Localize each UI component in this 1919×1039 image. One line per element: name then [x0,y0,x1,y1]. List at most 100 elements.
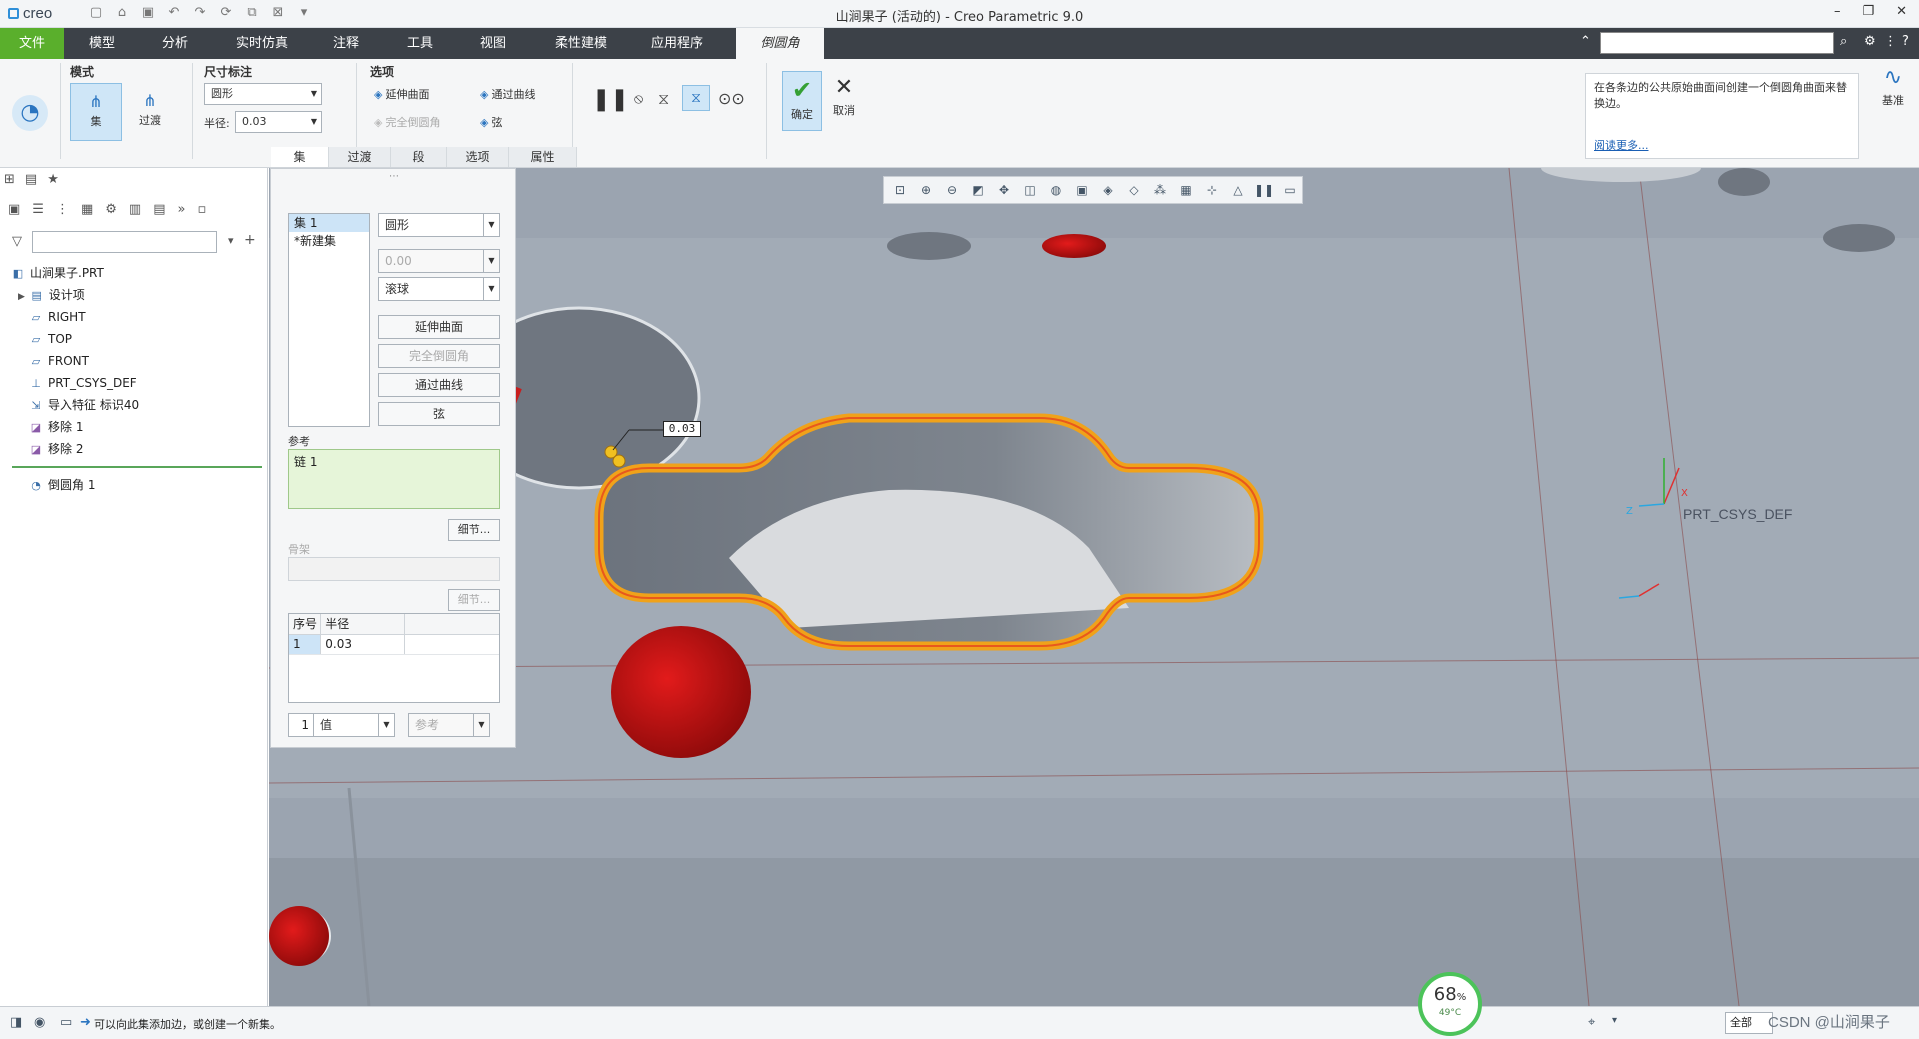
layout-icon[interactable]: ⋮ [1884,34,1897,49]
tree-filter-icon[interactable]: ▦ [81,202,93,217]
tree-search-input[interactable] [32,231,217,253]
saved-views-icon[interactable]: ◍ [1046,183,1066,197]
find-dropdown-icon[interactable]: ▾ [1612,1015,1617,1026]
verify-glasses-icon[interactable]: ⊙⊙ [718,89,745,108]
set-mode-button[interactable]: ⋔ 集 [70,83,122,141]
tree-node-csys[interactable]: ⊥ PRT_CSYS_DEF [10,372,265,394]
tree-node-remove-1[interactable]: ◪ 移除 1 [10,416,265,438]
favorites-icon[interactable]: ★ [47,172,59,187]
close-button[interactable]: ✕ [1896,4,1907,19]
extend-surfaces-option[interactable]: ◈ 延伸曲面 [374,86,429,102]
filter-dropdown-icon[interactable]: ▾ [228,234,234,247]
display-icon[interactable]: ▣ [8,202,20,217]
cancel-button[interactable]: ✕ 取消 [826,71,862,131]
subtab-transitions[interactable]: 过渡 [329,147,391,167]
subtab-sets[interactable]: 集 [271,147,329,167]
tab-annotate[interactable]: 注释 [318,28,374,59]
tab-round[interactable]: 倒圆角 [736,28,824,59]
tree-node-part[interactable]: ◧ 山涧果子.PRT [10,262,265,284]
creation-method-dropdown[interactable]: 滚球 ▼ [378,277,500,301]
spin-center-icon[interactable]: ✥ [994,183,1014,197]
add-filter-icon[interactable]: + [244,232,256,248]
tree-settings-icon[interactable]: ⚙ [105,202,117,217]
new-set-item[interactable]: *新建集 [289,232,369,250]
through-curve-button[interactable]: 通过曲线 [378,373,500,397]
perspective-icon[interactable]: ◈ [1098,183,1118,197]
extend-surfaces-button[interactable]: 延伸曲面 [378,315,500,339]
tree-node-remove-2[interactable]: ◪ 移除 2 [10,438,265,460]
search-input[interactable] [1600,32,1834,54]
restore-button[interactable]: ❐ [1862,4,1874,19]
transition-mode-button[interactable]: ⋔ 过渡 [124,83,176,141]
shape-dropdown[interactable]: 圆形 ▼ [204,83,322,105]
hide-icon[interactable]: ▭ [1280,183,1300,197]
collapse-ribbon-icon[interactable]: ⌃ [1580,34,1591,49]
datum-display-icon[interactable]: ⁂ [1150,183,1170,197]
tab-applications[interactable]: 应用程序 [641,28,713,59]
folder-browser-icon[interactable]: ▤ [25,172,37,187]
row-count-field[interactable]: 1 [288,713,314,737]
value-mode-dropdown[interactable]: 值 ▼ [313,713,395,737]
zoom-out-icon[interactable]: ⊖ [942,183,962,197]
subtab-properties[interactable]: 属性 [509,147,577,167]
zoom-in-icon[interactable]: ⊕ [916,183,936,197]
settings-icon[interactable]: ⚙ [1864,34,1876,49]
row-radius-value[interactable]: 0.03 [320,634,405,655]
refit-icon[interactable]: ⊡ [890,183,910,197]
tab-flexible-modeling[interactable]: 柔性建模 [545,28,617,59]
tree-node-import-feature[interactable]: ⇲ 导入特征 标识40 [10,394,265,416]
tab-analysis[interactable]: 分析 [145,28,205,59]
insert-here-line[interactable] [12,466,262,468]
tree-node-round-1[interactable]: ◔ 倒圆角 1 [10,474,265,496]
annotation-display-icon[interactable]: ▦ [1176,183,1196,197]
tree-node-front[interactable]: ▱ FRONT [10,350,265,372]
tree-node-design-items[interactable]: ▶ ▤ 设计项 [10,284,265,306]
tab-view[interactable]: 视图 [465,28,521,59]
datum-button[interactable]: ∿ 基准 [1872,65,1914,125]
notes-icon[interactable]: ▫ [197,202,206,217]
repaint-icon[interactable]: ◩ [968,183,988,197]
pause-animation-icon[interactable]: ❚❚ [1254,183,1274,197]
tree-node-right[interactable]: ▱ RIGHT [10,306,265,328]
chord-button[interactable]: 弦 [378,402,500,426]
table-row[interactable]: 1 0.03 [289,634,499,655]
selection-filter[interactable]: 全部 [1725,1012,1773,1034]
row-index[interactable]: 1 [289,634,322,655]
references-details-button[interactable]: 细节... [448,519,500,541]
csys-display-icon[interactable]: △ [1228,183,1248,197]
fullscreen-toggle-icon[interactable]: ▭ [60,1015,72,1030]
radius-input[interactable]: 0.03 ▼ [235,111,322,133]
radius-dimension-label[interactable]: 0.03 [663,421,701,437]
ok-button[interactable]: ✔ 确定 [782,71,822,131]
help-icon[interactable]: ? [1902,34,1909,49]
tab-tools[interactable]: 工具 [392,28,448,59]
minimize-button[interactable]: – [1834,4,1841,19]
columns-icon[interactable]: ▤ [153,202,165,217]
chain-1-item[interactable]: 链 1 [294,455,317,469]
find-icon[interactable]: ⌖ [1588,1015,1595,1030]
references-collector[interactable]: 链 1 [288,449,500,509]
model-tree-tab-icon[interactable]: ⊞ [4,172,15,187]
view-orient-icon[interactable]: ◫ [1020,183,1040,197]
attached-preview-icon[interactable]: ⧖ [682,85,710,111]
geometry-preview-icon[interactable]: ⧖ [658,89,669,109]
show-icon[interactable]: ▥ [129,202,141,217]
tab-model[interactable]: 模型 [72,28,132,59]
model-tree-toggle-icon[interactable]: ◨ [10,1015,22,1030]
panel-grip-icon[interactable]: ⋯ [271,171,517,182]
search-icon[interactable]: ⌕ [1840,34,1847,49]
no-preview-icon[interactable]: ⦸ [634,91,643,107]
more-icon[interactable]: » [178,202,186,217]
chord-option[interactable]: ◈ 弦 [480,114,502,130]
tab-live-simulation[interactable]: 实时仿真 [226,28,298,59]
pause-icon[interactable]: ❚❚ [592,87,629,112]
point-display-icon[interactable]: ⊹ [1202,183,1222,197]
tree-node-top[interactable]: ▱ TOP [10,328,265,350]
shape-type-dropdown[interactable]: 圆形 ▼ [378,213,500,237]
tree-columns-icon[interactable]: ⋮ [56,202,69,217]
tree-list-icon[interactable]: ☰ [32,202,44,217]
subtab-pieces[interactable]: 段 [391,147,447,167]
graphics-viewport[interactable]: 0.03 X Z PRT_CSYS_DEF ⊡ ⊕ ⊖ ◩ ✥ ◫ ◍ ▣ ◈ … [269,168,1919,1006]
browser-toggle-icon[interactable]: ◉ [34,1015,45,1030]
subtab-options[interactable]: 选项 [447,147,509,167]
